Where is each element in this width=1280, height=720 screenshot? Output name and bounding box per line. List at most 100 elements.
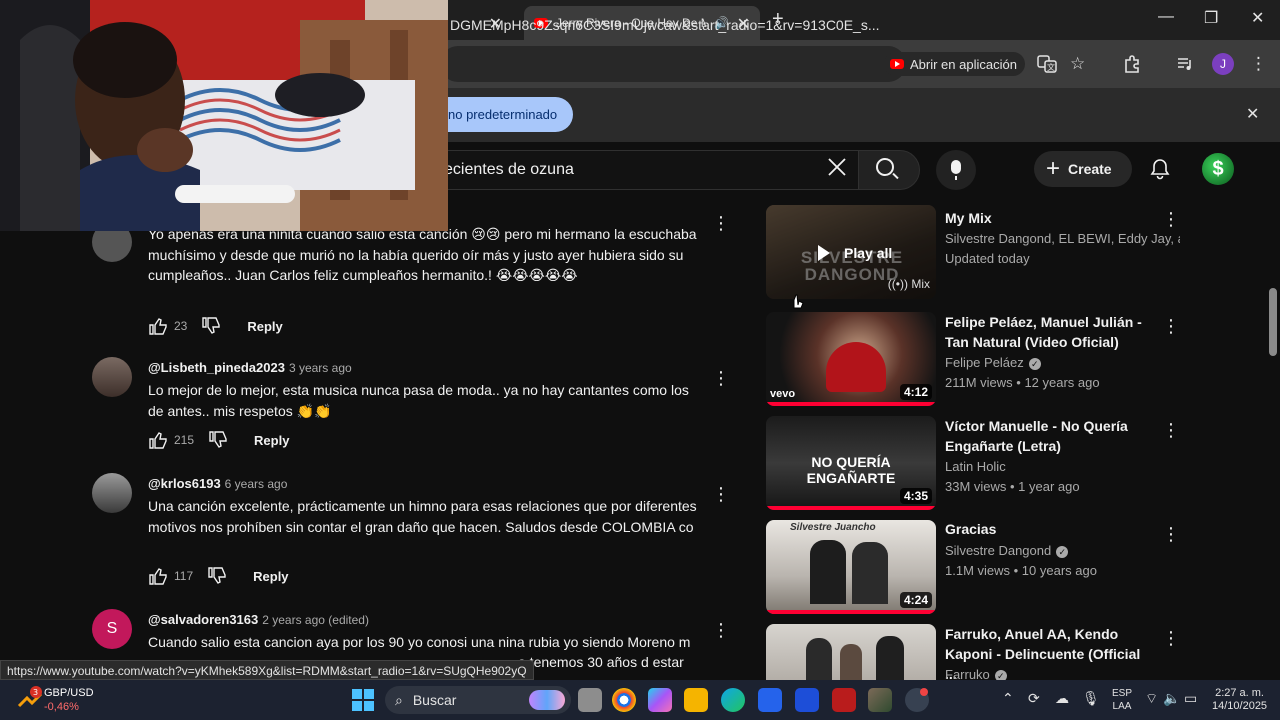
language-code: ESP [1112, 688, 1133, 699]
file-explorer-icon[interactable] [684, 688, 708, 712]
video-menu-icon[interactable]: ⋮ [1162, 420, 1180, 441]
notifications-bell-icon[interactable] [1150, 158, 1170, 180]
cloud-icon[interactable]: ☁ [1055, 690, 1069, 707]
channel-name[interactable]: Farruko [945, 667, 990, 680]
like-icon[interactable] [148, 430, 168, 450]
window-close-icon[interactable]: ✕ [1251, 8, 1264, 28]
comment-author[interactable]: @krlos6193 6 years ago [148, 476, 287, 491]
channel-name[interactable]: Felipe Peláez [945, 355, 1024, 370]
video-channel[interactable]: Silvestre Dangond ✓ [945, 543, 1180, 558]
video-item[interactable]: Silvestre Juancho 4:24 Gracias Silvestre… [766, 520, 1186, 614]
comment-avatar[interactable]: S [92, 609, 132, 649]
url-text[interactable]: DGMEMpH8c9Zsqn6C3SI9mUjwcaw&start_radio=… [450, 17, 880, 33]
translate-icon[interactable]: 文 [1037, 54, 1057, 79]
ticker-symbol[interactable]: GBP/USD [44, 687, 94, 699]
reply-button[interactable]: Reply [247, 319, 282, 334]
comment-time[interactable]: 6 years ago [225, 477, 288, 491]
tray-chevron-icon[interactable]: ⌃ [1002, 690, 1014, 707]
video-title[interactable]: Gracias [945, 519, 1145, 539]
language-indicator[interactable]: ESP LAA [1112, 687, 1132, 713]
account-avatar[interactable]: $ [1202, 153, 1234, 185]
volume-icon[interactable]: 🔈 [1163, 690, 1180, 707]
clock-date: 14/10/2025 [1212, 700, 1268, 712]
play-icon [818, 245, 830, 261]
dislike-icon[interactable] [208, 430, 228, 450]
channel-name[interactable]: Silvestre Dangond [945, 543, 1051, 558]
windows-start-icon[interactable] [352, 689, 374, 711]
taskbar-search-label: Buscar [412, 692, 457, 708]
clear-search-icon[interactable] [826, 156, 848, 185]
video-title[interactable]: Víctor Manuelle - No Quería Engañarte (L… [945, 416, 1145, 456]
video-menu-icon[interactable]: ⋮ [1162, 316, 1180, 337]
video-menu-icon[interactable]: ⋮ [1162, 628, 1180, 649]
microphone-tray-icon[interactable]: 🎙 [1082, 690, 1100, 707]
system-clock[interactable]: 2:27 a. m. 14/10/2025 [1212, 687, 1268, 713]
video-title[interactable]: My Mix [945, 208, 1145, 228]
dislike-icon[interactable] [207, 566, 227, 586]
reply-button[interactable]: Reply [254, 433, 289, 448]
mix-thumbnail[interactable]: SILVESTRE DANGOND Play all ((•)) Mix [766, 205, 936, 299]
comment-menu-icon[interactable]: ⋮ [712, 369, 730, 387]
bookmark-star-icon[interactable]: ☆ [1070, 54, 1085, 74]
video-thumbnail[interactable]: Silvestre Juancho 4:24 [766, 520, 936, 614]
open-in-app-button[interactable]: Abrir en aplicación [884, 52, 1025, 76]
store-app-icon[interactable] [758, 688, 782, 712]
like-icon[interactable] [148, 566, 168, 586]
minimize-icon[interactable]: — [1158, 8, 1174, 26]
search-query[interactable]: ecientes de ozuna [444, 161, 574, 179]
play-all-button[interactable]: Play all [818, 245, 892, 261]
chrome-app-icon[interactable] [612, 688, 636, 712]
comment-menu-icon[interactable]: ⋮ [712, 621, 730, 639]
vscode-app-icon[interactable] [795, 688, 819, 712]
comment-avatar[interactable] [92, 473, 132, 513]
video-menu-icon[interactable]: ⋮ [1162, 209, 1180, 230]
comment-time[interactable]: 3 years ago [289, 361, 352, 375]
channel-name[interactable]: Latin Holic [945, 459, 1180, 474]
task-view-icon[interactable] [578, 688, 602, 712]
comment-author[interactable]: @salvadoren3163 2 years ago (edited) [148, 612, 369, 627]
game-app-icon[interactable] [868, 688, 892, 712]
scrollbar-thumb[interactable] [1269, 288, 1277, 356]
sync-icon[interactable]: ⟳ [1028, 690, 1040, 707]
like-icon[interactable] [148, 316, 168, 336]
comment-author-name[interactable]: @krlos6193 [148, 476, 221, 491]
mix-item[interactable]: SILVESTRE DANGOND Play all ((•)) Mix My … [766, 205, 1186, 299]
dislike-icon[interactable] [201, 316, 221, 336]
address-bar[interactable] [440, 46, 906, 82]
edge-app-icon[interactable] [721, 688, 745, 712]
video-channel[interactable]: Farruko ✓ [945, 667, 1180, 680]
video-channel[interactable]: Felipe Peláez ✓ [945, 355, 1180, 370]
comment-menu-icon[interactable]: ⋮ [712, 214, 730, 232]
comment-time[interactable]: 2 years ago (edited) [262, 613, 369, 627]
copilot-app-icon[interactable] [648, 688, 672, 712]
media-control-icon[interactable] [1175, 54, 1195, 79]
comment-menu-icon[interactable]: ⋮ [712, 485, 730, 503]
video-item[interactable]: vevo 4:12 Felipe Peláez, Manuel Julián -… [766, 312, 1186, 406]
taskbar-search[interactable]: ⌕ Buscar [385, 686, 571, 714]
video-menu-icon[interactable]: ⋮ [1162, 524, 1180, 545]
video-item[interactable]: Farruko, Anuel AA, Kendo Kaponi - Delinc… [766, 624, 1186, 680]
create-button[interactable]: + Create [1034, 151, 1132, 187]
wifi-icon[interactable]: ⌔ [1145, 690, 1158, 708]
video-thumbnail[interactable]: NO QUERÍA ENGAÑARTE 4:35 [766, 416, 936, 510]
set-default-button[interactable]: no predeterminado [430, 97, 574, 132]
extensions-icon[interactable] [1122, 54, 1142, 79]
comment-author[interactable]: @Lisbeth_pineda2023 3 years ago [148, 360, 352, 375]
mcafee-app-icon[interactable] [832, 688, 856, 712]
comment-author-name[interactable]: @Lisbeth_pineda2023 [148, 360, 285, 375]
comment-author-name[interactable]: @salvadoren3163 [148, 612, 258, 627]
video-thumbnail[interactable]: vevo 4:12 [766, 312, 936, 406]
video-item[interactable]: NO QUERÍA ENGAÑARTE 4:35 Víctor Manuelle… [766, 416, 1186, 510]
page-scrollbar[interactable] [1266, 142, 1280, 680]
comment-avatar[interactable] [92, 357, 132, 397]
video-title[interactable]: Felipe Peláez, Manuel Julián - Tan Natur… [945, 312, 1145, 352]
restore-icon[interactable]: ❐ [1204, 8, 1218, 28]
chrome-menu-icon[interactable]: ⋮ [1250, 54, 1267, 74]
infobar-close-icon[interactable]: ✕ [1246, 104, 1259, 124]
video-thumbnail[interactable] [766, 624, 936, 680]
battery-icon[interactable]: ▭ [1184, 690, 1197, 707]
comment-actions: 23 Reply [148, 314, 283, 338]
reply-button[interactable]: Reply [253, 569, 288, 584]
market-widget-icon[interactable]: 3 [16, 686, 44, 714]
profile-avatar[interactable]: J [1212, 53, 1234, 75]
